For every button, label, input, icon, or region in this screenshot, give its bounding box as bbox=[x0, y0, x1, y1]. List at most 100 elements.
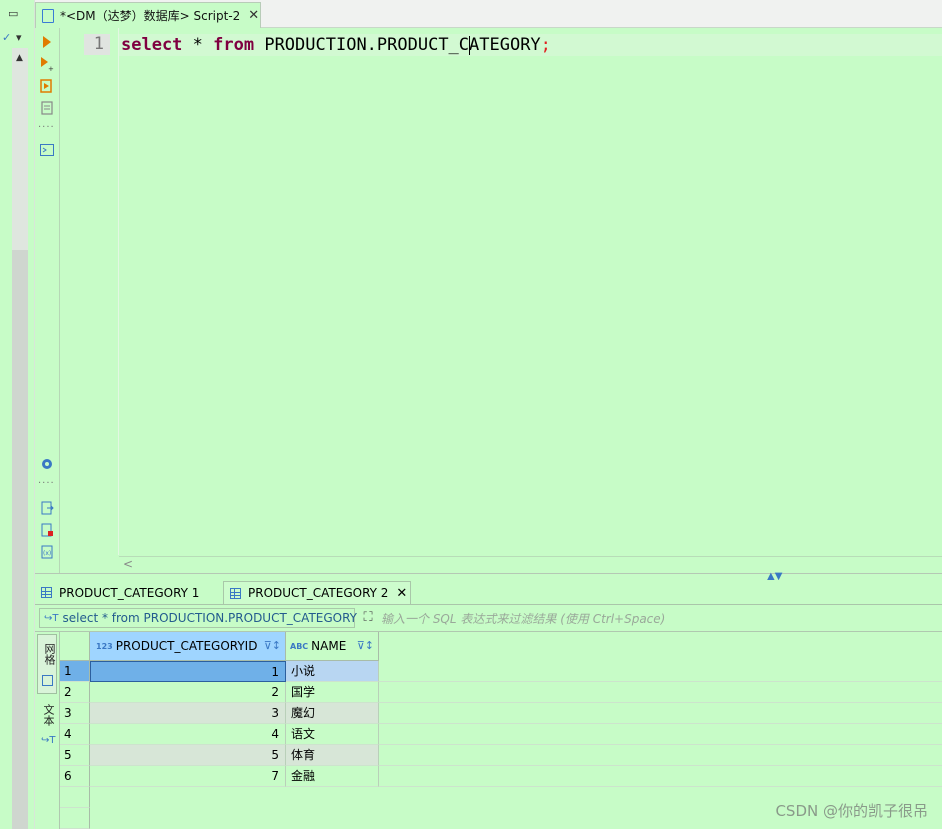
row-number[interactable]: 3 bbox=[60, 703, 90, 724]
tab-product-category-2[interactable]: PRODUCT_CATEGORY 2 ✕ bbox=[223, 581, 411, 604]
row-number-empty bbox=[60, 787, 90, 808]
document-icon bbox=[41, 101, 53, 115]
grid-view-label: 网格 bbox=[43, 643, 56, 665]
cell-product-categoryid[interactable]: 5 bbox=[90, 745, 286, 766]
cell-name[interactable]: 语文 bbox=[286, 724, 379, 745]
export-button[interactable] bbox=[39, 500, 55, 516]
empty-cell bbox=[379, 766, 942, 787]
tab-title: *<DM（达梦）数据库> Script-2 bbox=[60, 9, 241, 23]
grid-icon bbox=[42, 675, 53, 686]
editor-toolbar: + ···· ···· (x) bbox=[35, 28, 60, 573]
text-view-icon: ↪T bbox=[41, 735, 56, 746]
cell-product-categoryid[interactable]: 3 bbox=[90, 703, 286, 724]
cell-product-categoryid[interactable]: 1 bbox=[90, 661, 286, 682]
svg-text:+: + bbox=[48, 65, 54, 71]
empty-cell bbox=[379, 745, 942, 766]
expand-filter-icon[interactable]: ⛶ bbox=[359, 609, 377, 627]
code-table-name: PRODUCTION.PRODUCT_CATEGORY bbox=[254, 35, 541, 55]
row-number[interactable]: 6 bbox=[60, 766, 90, 787]
sort-filter-icon[interactable]: ⊽↕ bbox=[264, 639, 281, 652]
query-text-field[interactable]: ↪T select * from PRODUCTION.PRODUCT_CATE… bbox=[39, 608, 357, 628]
variables-button[interactable]: (x) bbox=[39, 544, 55, 560]
close-icon[interactable]: ✕ bbox=[396, 586, 407, 601]
close-icon[interactable]: ✕ bbox=[248, 8, 259, 23]
scroll-left-icon[interactable]: < bbox=[123, 557, 133, 571]
scroll-up-icon[interactable]: ▲ bbox=[16, 52, 23, 64]
explain-plan-button[interactable] bbox=[39, 100, 55, 116]
tab-label: PRODUCT_CATEGORY 1 bbox=[59, 585, 200, 600]
dropdown-arrow-icon[interactable]: ▾ bbox=[16, 32, 22, 44]
row-number[interactable]: 4 bbox=[60, 724, 90, 745]
cell-name[interactable]: 金融 bbox=[286, 766, 379, 787]
error-log-button[interactable] bbox=[39, 522, 55, 538]
settings-button[interactable] bbox=[39, 456, 55, 472]
numeric-type-icon: 123 bbox=[96, 641, 113, 651]
row-number-header[interactable] bbox=[60, 632, 90, 661]
cell-name[interactable]: 体育 bbox=[286, 745, 379, 766]
filter-input[interactable]: 输入一个 SQL 表达式来过滤结果 (使用 Ctrl+Space) bbox=[381, 610, 665, 627]
cell-name[interactable]: 小说 bbox=[286, 661, 379, 682]
result-view-switcher: 网格 文本 ↪T bbox=[35, 632, 60, 829]
export-icon bbox=[41, 501, 54, 515]
watermark: CSDN @你的凯子很吊 bbox=[775, 802, 928, 820]
empty-cell bbox=[379, 703, 942, 724]
tab-grid-view[interactable]: 网格 bbox=[37, 634, 57, 694]
result-tab-bar: PRODUCT_CATEGORY 1 PRODUCT_CATEGORY 2 ✕ bbox=[35, 580, 942, 605]
code-star: * bbox=[182, 35, 214, 55]
grid-header: 123 PRODUCT_CATEGORYID ⊽↕ ABC NAME ⊽↕ bbox=[60, 632, 380, 661]
script-run-icon bbox=[40, 79, 52, 93]
empty-cell bbox=[379, 682, 942, 703]
grid-icon bbox=[230, 587, 241, 599]
left-side-panel: ▭ ✓ ▾ ▲ bbox=[0, 0, 35, 829]
execute-in-new-tab-button[interactable]: + bbox=[39, 56, 55, 72]
table-row[interactable]: 4 4 语文 bbox=[60, 724, 942, 745]
line-number: 1 bbox=[84, 34, 110, 55]
column-label: NAME bbox=[311, 639, 347, 653]
table-row[interactable]: 3 3 魔幻 bbox=[60, 703, 942, 724]
row-number[interactable]: 2 bbox=[60, 682, 90, 703]
tab-script-2[interactable]: *<DM（达梦）数据库> Script-2 ✕ bbox=[35, 2, 261, 28]
play-icon bbox=[43, 36, 51, 48]
cell-product-categoryid[interactable]: 7 bbox=[90, 766, 286, 787]
column-header-product-categoryid[interactable]: 123 PRODUCT_CATEGORYID ⊽↕ bbox=[90, 632, 286, 661]
cell-name[interactable]: 魔幻 bbox=[286, 703, 379, 724]
table-row[interactable]: 1 1 小说 bbox=[60, 661, 942, 682]
open-console-button[interactable] bbox=[39, 142, 55, 158]
keyword-select: select bbox=[121, 35, 183, 55]
svg-text:(x): (x) bbox=[43, 550, 51, 557]
editor-horizontal-scrollbar[interactable]: < bbox=[119, 556, 942, 573]
tab-text-view[interactable]: 文本 bbox=[40, 704, 56, 726]
terminal-icon bbox=[40, 144, 54, 156]
tab-product-category-1[interactable]: PRODUCT_CATEGORY 1 bbox=[35, 581, 223, 604]
execute-script-button[interactable] bbox=[39, 78, 55, 94]
cell-product-categoryid[interactable]: 4 bbox=[90, 724, 286, 745]
line-number-gutter: 1 bbox=[60, 28, 119, 555]
variable-icon: (x) bbox=[41, 545, 53, 559]
sql-query-icon: ↪T bbox=[44, 612, 59, 624]
code-line[interactable]: select * from PRODUCTION.PRODUCT_CATEGOR… bbox=[119, 34, 942, 56]
left-panel-scroll-thumb[interactable] bbox=[12, 250, 28, 829]
execute-statement-button[interactable] bbox=[39, 34, 55, 50]
check-icon[interactable]: ✓ bbox=[2, 32, 11, 44]
gear-icon bbox=[42, 459, 52, 469]
cell-product-categoryid[interactable]: 2 bbox=[90, 682, 286, 703]
text-caret bbox=[469, 36, 470, 55]
table-row[interactable]: 2 2 国学 bbox=[60, 682, 942, 703]
keyword-from: from bbox=[213, 35, 255, 55]
row-number[interactable]: 5 bbox=[60, 745, 90, 766]
sql-editor[interactable]: select * from PRODUCTION.PRODUCT_CATEGOR… bbox=[119, 28, 942, 555]
code-semicolon: ; bbox=[540, 35, 551, 55]
tab-label: PRODUCT_CATEGORY 2 bbox=[248, 586, 389, 600]
restore-icon[interactable]: ▭ bbox=[8, 8, 18, 20]
error-document-icon bbox=[41, 523, 53, 537]
play-plus-icon: + bbox=[41, 57, 54, 71]
table-row[interactable]: 5 5 体育 bbox=[60, 745, 942, 766]
table-row[interactable]: 6 7 金融 bbox=[60, 766, 942, 787]
sort-filter-icon[interactable]: ⊽↕ bbox=[357, 639, 374, 652]
row-number[interactable]: 1 bbox=[60, 661, 90, 682]
panel-splitter[interactable]: ▲▼ bbox=[35, 571, 942, 582]
cell-name[interactable]: 国学 bbox=[286, 682, 379, 703]
column-label: PRODUCT_CATEGORYID bbox=[115, 639, 258, 653]
empty-cell bbox=[379, 724, 942, 745]
column-header-name[interactable]: ABC NAME ⊽↕ bbox=[286, 632, 379, 661]
